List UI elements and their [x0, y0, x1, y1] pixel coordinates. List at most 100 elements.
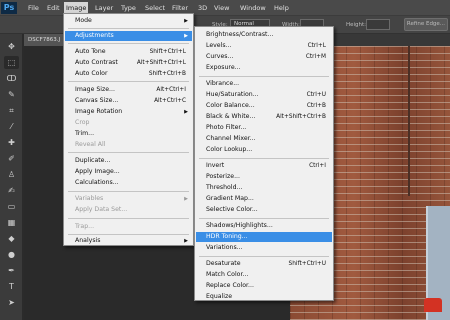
- menu-item-auto-color[interactable]: Auto Color Shift+Ctrl+B: [65, 69, 192, 79]
- menu-item-crop: Crop: [65, 118, 192, 128]
- menu-item-levels[interactable]: Levels... Ctrl+L: [196, 41, 332, 51]
- menu-item-shortcut: Shift+Ctrl+B: [148, 71, 186, 77]
- menu-item-desaturate[interactable]: Desaturate Shift+Ctrl+U: [196, 259, 332, 269]
- menu-item-calculations[interactable]: Calculations...: [65, 178, 192, 188]
- menu-item-canvas-size[interactable]: Canvas Size... Alt+Ctrl+C: [65, 96, 192, 106]
- healing-brush-tool-icon[interactable]: ✚: [4, 136, 19, 149]
- menu-item-label: Gradient Map...: [206, 195, 254, 202]
- document-tab[interactable]: DSCF7863.J: [24, 34, 64, 46]
- menu-item-channel-mixer[interactable]: Channel Mixer...: [196, 134, 332, 144]
- menu-item-label: Duplicate...: [75, 157, 111, 164]
- menu-item-exposure[interactable]: Exposure...: [196, 63, 332, 73]
- menu-item-hue-saturation[interactable]: Hue/Saturation... Ctrl+U: [196, 90, 332, 100]
- menu-item-label: Auto Tone: [75, 48, 106, 55]
- menu-item-replace-color[interactable]: Replace Color...: [196, 281, 332, 291]
- menu-view[interactable]: View: [212, 2, 231, 14]
- menu-item-trim[interactable]: Trim...: [65, 129, 192, 139]
- blur-tool-icon[interactable]: ◆: [4, 232, 19, 245]
- menu-item-brightness-contrast[interactable]: Brightness/Contrast...: [196, 30, 332, 40]
- menu-item-color-lookup[interactable]: Color Lookup...: [196, 145, 332, 155]
- menu-item-duplicate[interactable]: Duplicate...: [65, 156, 192, 166]
- menu-item-shortcut: Ctrl+I: [309, 163, 326, 169]
- menu-item-curves[interactable]: Curves... Ctrl+M: [196, 52, 332, 62]
- menu-item-image-rotation[interactable]: Image Rotation ▶: [65, 107, 192, 117]
- menu-item-label: Posterize...: [206, 173, 240, 180]
- tools-panel: ✥ ⬚ ↀ ✎ ⌗ ⁄ ✚ ✐ ♙ ✍ ▭ ▦ ◆ ● ✒ T ➤: [0, 34, 23, 320]
- menu-item-label: Auto Color: [75, 70, 108, 77]
- menu-item-auto-tone[interactable]: Auto Tone Shift+Ctrl+L: [65, 47, 192, 57]
- menu-item-apply-image[interactable]: Apply Image...: [65, 167, 192, 177]
- brush-tool-icon[interactable]: ✐: [4, 152, 19, 165]
- height-label: Height:: [346, 22, 367, 28]
- menu-item-reveal-all: Reveal All: [65, 140, 192, 150]
- path-selection-tool-icon[interactable]: ➤: [4, 296, 19, 309]
- menu-help[interactable]: Help: [272, 2, 291, 14]
- eraser-tool-icon[interactable]: ▭: [4, 200, 19, 213]
- menu-item-label: Reveal All: [75, 141, 106, 148]
- menu-item-posterize[interactable]: Posterize...: [196, 172, 332, 182]
- menu-item-shortcut: Ctrl+B: [306, 103, 326, 109]
- gradient-tool-icon[interactable]: ▦: [4, 216, 19, 229]
- menu-item-shortcut: Ctrl+L: [307, 43, 326, 49]
- history-brush-tool-icon[interactable]: ✍: [4, 184, 19, 197]
- separator: [199, 158, 329, 159]
- menu-item-label: Invert: [206, 162, 225, 169]
- menu-item-label: Threshold...: [206, 184, 243, 191]
- refine-edge-button[interactable]: Refine Edge...: [404, 18, 448, 31]
- menu-item-shortcut: Alt+Shift+Ctrl+L: [136, 60, 186, 66]
- menu-file[interactable]: File: [26, 2, 41, 14]
- menu-item-auto-contrast[interactable]: Auto Contrast Alt+Shift+Ctrl+L: [65, 58, 192, 68]
- menu-item-adjustments[interactable]: Adjustments ▶: [65, 31, 192, 41]
- menu-edit[interactable]: Edit: [45, 2, 62, 14]
- menu-item-label: Auto Contrast: [75, 59, 118, 66]
- menu-item-label: Levels...: [206, 42, 232, 49]
- menu-item-label: Color Balance...: [206, 102, 255, 109]
- marquee-tool-icon[interactable]: ⬚: [4, 56, 19, 69]
- menu-item-label: Match Color...: [206, 271, 249, 278]
- menu-3d[interactable]: 3D: [196, 2, 209, 14]
- clone-stamp-tool-icon[interactable]: ♙: [4, 168, 19, 181]
- menu-item-label: Apply Data Set...: [75, 206, 128, 213]
- menu-item-label: Calculations...: [75, 179, 119, 186]
- separator: [199, 256, 329, 257]
- submenu-arrow-icon: ▶: [184, 18, 188, 24]
- menu-item-threshold[interactable]: Threshold...: [196, 183, 332, 193]
- menu-item-shadows-highlights[interactable]: Shadows/Highlights...: [196, 221, 332, 231]
- lasso-tool-icon[interactable]: ↀ: [4, 72, 19, 85]
- menu-item-label: HDR Toning...: [206, 233, 248, 240]
- menu-item-shortcut: Alt+Shift+Ctrl+B: [276, 114, 326, 120]
- eyedropper-tool-icon[interactable]: ⁄: [4, 120, 19, 133]
- photo-red-chair: [424, 298, 442, 312]
- menu-item-equalize[interactable]: Equalize: [196, 292, 332, 302]
- image-menu: Mode ▶ Adjustments ▶ Auto Tone Shift+Ctrl+L…: [63, 13, 194, 246]
- menu-item-trap: Trap...: [65, 222, 192, 232]
- menu-item-label: Photo Filter...: [206, 124, 247, 131]
- menu-item-match-color[interactable]: Match Color...: [196, 270, 332, 280]
- menu-item-gradient-map[interactable]: Gradient Map...: [196, 194, 332, 204]
- separator: [68, 28, 189, 29]
- menu-item-hdr-toning[interactable]: HDR Toning...: [196, 232, 332, 242]
- menu-item-selective-color[interactable]: Selective Color...: [196, 205, 332, 215]
- height-field[interactable]: [366, 19, 390, 30]
- dodge-tool-icon[interactable]: ●: [4, 248, 19, 261]
- menu-item-label: Shadows/Highlights...: [206, 222, 273, 229]
- quick-select-tool-icon[interactable]: ✎: [4, 88, 19, 101]
- menu-item-analysis[interactable]: Analysis ▶: [65, 236, 192, 246]
- menu-item-mode[interactable]: Mode ▶: [65, 16, 192, 26]
- menu-item-black-white[interactable]: Black & White... Alt+Shift+Ctrl+B: [196, 112, 332, 122]
- menu-item-variables: Variables ▶: [65, 194, 192, 204]
- pen-tool-icon[interactable]: ✒: [4, 264, 19, 277]
- menu-window[interactable]: Window: [238, 2, 268, 14]
- separator: [68, 43, 189, 44]
- menu-item-variations[interactable]: Variations...: [196, 243, 332, 253]
- menu-item-photo-filter[interactable]: Photo Filter...: [196, 123, 332, 133]
- crop-tool-icon[interactable]: ⌗: [4, 104, 19, 117]
- menu-item-invert[interactable]: Invert Ctrl+I: [196, 161, 332, 171]
- menu-item-vibrance[interactable]: Vibrance...: [196, 79, 332, 89]
- adjustments-submenu: Brightness/Contrast... Levels... Ctrl+L C…: [194, 26, 334, 301]
- menu-item-color-balance[interactable]: Color Balance... Ctrl+B: [196, 101, 332, 111]
- type-tool-icon[interactable]: T: [4, 280, 19, 293]
- move-tool-icon[interactable]: ✥: [4, 40, 19, 53]
- menu-item-label: Canvas Size...: [75, 97, 119, 104]
- menu-item-image-size[interactable]: Image Size... Alt+Ctrl+I: [65, 85, 192, 95]
